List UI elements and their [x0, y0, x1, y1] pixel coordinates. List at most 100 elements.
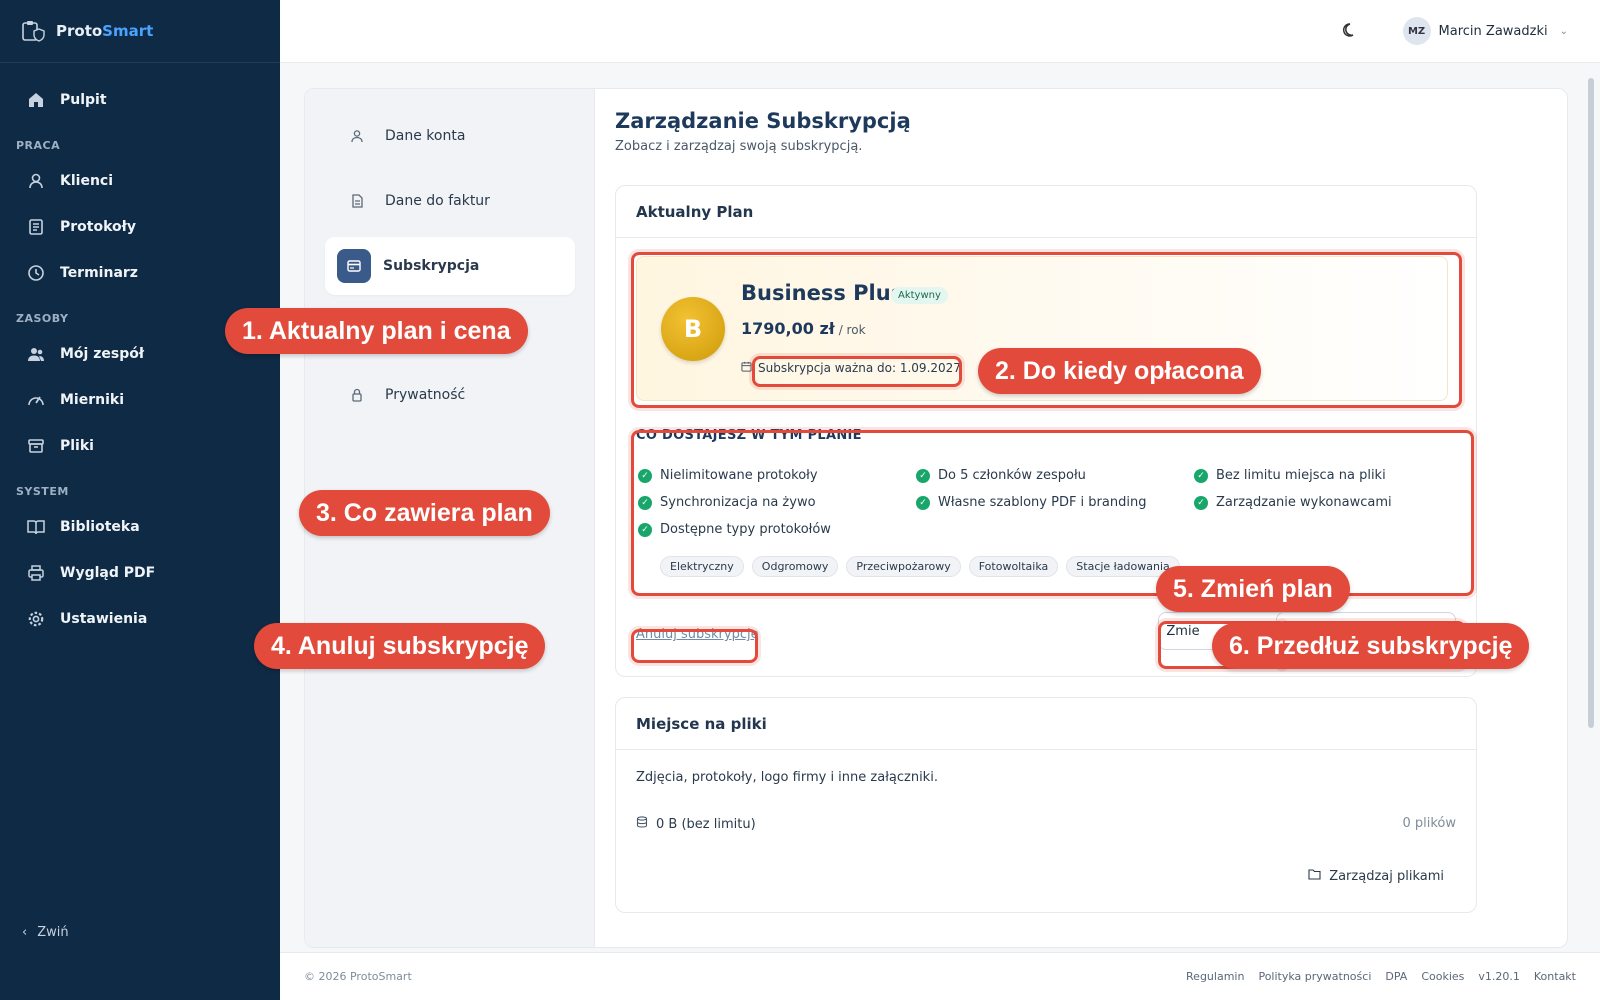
sidebar-item-label: Mierniki [60, 392, 125, 408]
nav-section-title: PRACA [16, 139, 61, 152]
feature-item: ✓ Własne szablony PDF i branding [916, 495, 1146, 510]
sidebar-item-protokoly[interactable]: Protokoły [0, 204, 280, 250]
sidebar: ProtoSmart Pulpit PRACA Klienci Protokoł… [0, 0, 280, 1000]
sidebar-item-pliki[interactable]: Pliki [0, 423, 280, 469]
plan-features: CO DOSTAJESZ W TYM PLANIE ✓ Nielimitowane… [636, 428, 1456, 578]
protocol-tag: Fotowoltaika [968, 556, 1059, 577]
protocol-tag: Odgromowy [751, 556, 839, 577]
collapse-sidebar-button[interactable]: ‹ Zwiń [22, 925, 69, 940]
card-header: Miejsce na pliki [616, 698, 1476, 750]
user-icon [347, 126, 367, 146]
current-plan-card: Aktualny Plan B Business Plus Aktywny 17… [615, 185, 1477, 677]
collapse-label: Zwiń [37, 925, 69, 940]
book-icon [26, 517, 46, 537]
sidebar-item-klienci[interactable]: Klienci [0, 158, 280, 204]
plan-name: Business Plus [741, 281, 904, 305]
callout-change-plan: 5. Zmień plan [1156, 566, 1350, 612]
footer-link-terms[interactable]: Regulamin [1186, 970, 1244, 983]
footer-link-privacy[interactable]: Polityka prywatności [1258, 970, 1371, 983]
footer-links: Regulamin Polityka prywatności DPA Cooki… [1186, 970, 1576, 983]
archive-icon [26, 436, 46, 456]
card-header: Aktualny Plan [616, 186, 1476, 238]
feature-item: ✓ Do 5 członków zespołu [916, 468, 1086, 483]
footer: © 2026 ProtoSmart Regulamin Polityka pry… [280, 952, 1600, 1000]
sidebar-item-label: Ustawienia [60, 611, 148, 627]
sidebar-item-label: Wygląd PDF [60, 565, 156, 581]
brand[interactable]: ProtoSmart [0, 0, 280, 63]
document-icon [26, 217, 46, 237]
protocol-tag: Przeciwpożarowy [846, 556, 961, 577]
callout-extend: 6. Przedłuż subskrypcję [1212, 623, 1530, 669]
scrollbar-thumb[interactable] [1588, 78, 1594, 728]
storage-card: Miejsce na pliki Zdjęcia, protokoły, log… [615, 697, 1477, 913]
database-icon [636, 816, 648, 832]
sidebar-item-ustawienia[interactable]: Ustawienia [0, 596, 280, 642]
footer-link-dpa[interactable]: DPA [1385, 970, 1407, 983]
user-name: Marcin Zawadzki [1438, 23, 1548, 39]
nav-section-title: SYSTEM [16, 485, 69, 498]
footer-version: v1.20.1 [1478, 970, 1520, 983]
files-count: 0 plików [1402, 816, 1456, 831]
storage-used: 0 B (bez limitu) [636, 816, 756, 832]
printer-icon [26, 563, 46, 583]
brand-name: ProtoSmart [56, 22, 154, 40]
settings-tab-subscription[interactable]: Subskrypcja [325, 237, 575, 295]
settings-tab-label: Subskrypcja [383, 258, 480, 274]
sidebar-item-label: Terminarz [60, 265, 138, 281]
clock-icon [26, 263, 46, 283]
sidebar-nav: Pulpit PRACA Klienci Protokoły Terminarz… [0, 63, 280, 642]
sidebar-item-mierniki[interactable]: Mierniki [0, 377, 280, 423]
moon-icon[interactable] [1342, 22, 1360, 40]
page-scrollbar[interactable] [1588, 66, 1594, 946]
check-icon: ✓ [1194, 495, 1208, 510]
status-badge: Aktywny [891, 287, 948, 304]
invoice-icon [347, 191, 367, 211]
gauge-icon [26, 390, 46, 410]
feature-item: ✓ Dostępne typy protokołów [638, 522, 831, 537]
sidebar-item-label: Protokoły [60, 219, 136, 235]
lock-icon [347, 385, 367, 405]
gear-icon [26, 609, 46, 629]
feature-item: ✓ Nielimitowane protokoły [638, 468, 818, 483]
footer-link-contact[interactable]: Kontakt [1534, 970, 1576, 983]
settings-tab-label: Prywatność [385, 387, 466, 403]
settings-tab-invoice[interactable]: Dane do faktur [325, 172, 575, 230]
sidebar-item-wyglad-pdf[interactable]: Wygląd PDF [0, 550, 280, 596]
check-icon: ✓ [638, 522, 652, 537]
callout-plan-contents: 3. Co zawiera plan [299, 490, 550, 536]
sidebar-item-label: Pliki [60, 438, 94, 454]
feature-item: ✓ Bez limitu miejsca na pliki [1194, 468, 1386, 483]
team-icon [26, 344, 46, 364]
brand-logo-icon [18, 17, 46, 45]
user-icon [26, 171, 46, 191]
footer-link-cookies[interactable]: Cookies [1421, 970, 1464, 983]
feature-item: ✓ Synchronizacja na żywo [638, 495, 816, 510]
topbar: MZ Marcin Zawadzki ⌄ [280, 0, 1600, 63]
settings-tab-label: Dane do faktur [385, 193, 490, 209]
features-title: CO DOSTAJESZ W TYM PLANIE [636, 428, 862, 443]
check-icon: ✓ [916, 495, 930, 510]
sidebar-item-terminarz[interactable]: Terminarz [0, 250, 280, 296]
cancel-subscription-link[interactable]: Anuluj subskrypcję [636, 627, 759, 642]
protocol-tag: Elektryczny [660, 556, 744, 577]
user-menu[interactable]: MZ Marcin Zawadzki ⌄ [1402, 17, 1568, 45]
sidebar-item-pulpit[interactable]: Pulpit [0, 77, 280, 123]
copyright: © 2026 ProtoSmart [304, 970, 412, 983]
plan-price: 1790,00 zł / rok [741, 319, 866, 338]
calendar-icon [741, 361, 752, 375]
settings-tab-account[interactable]: Dane konta [325, 107, 575, 165]
sidebar-item-label: Klienci [60, 173, 114, 189]
protocol-type-tags: Elektryczny Odgromowy Przeciwpożarowy Fo… [660, 556, 1180, 577]
check-icon: ✓ [638, 495, 652, 510]
sidebar-item-label: Biblioteka [60, 519, 140, 535]
sidebar-item-label: Pulpit [60, 92, 107, 108]
page-title: Zarządzanie Subskrypcją [615, 109, 911, 133]
home-icon [26, 90, 46, 110]
folder-icon [1308, 868, 1321, 884]
sidebar-item-biblioteka[interactable]: Biblioteka [0, 504, 280, 550]
settings-tab-privacy[interactable]: Prywatność [325, 366, 575, 424]
manage-files-button[interactable]: Zarządzaj plikami [1308, 868, 1444, 884]
check-icon: ✓ [916, 468, 930, 483]
callout-valid-until: 2. Do kiedy opłacona [978, 348, 1261, 394]
settings-tab-label: Dane konta [385, 128, 466, 144]
